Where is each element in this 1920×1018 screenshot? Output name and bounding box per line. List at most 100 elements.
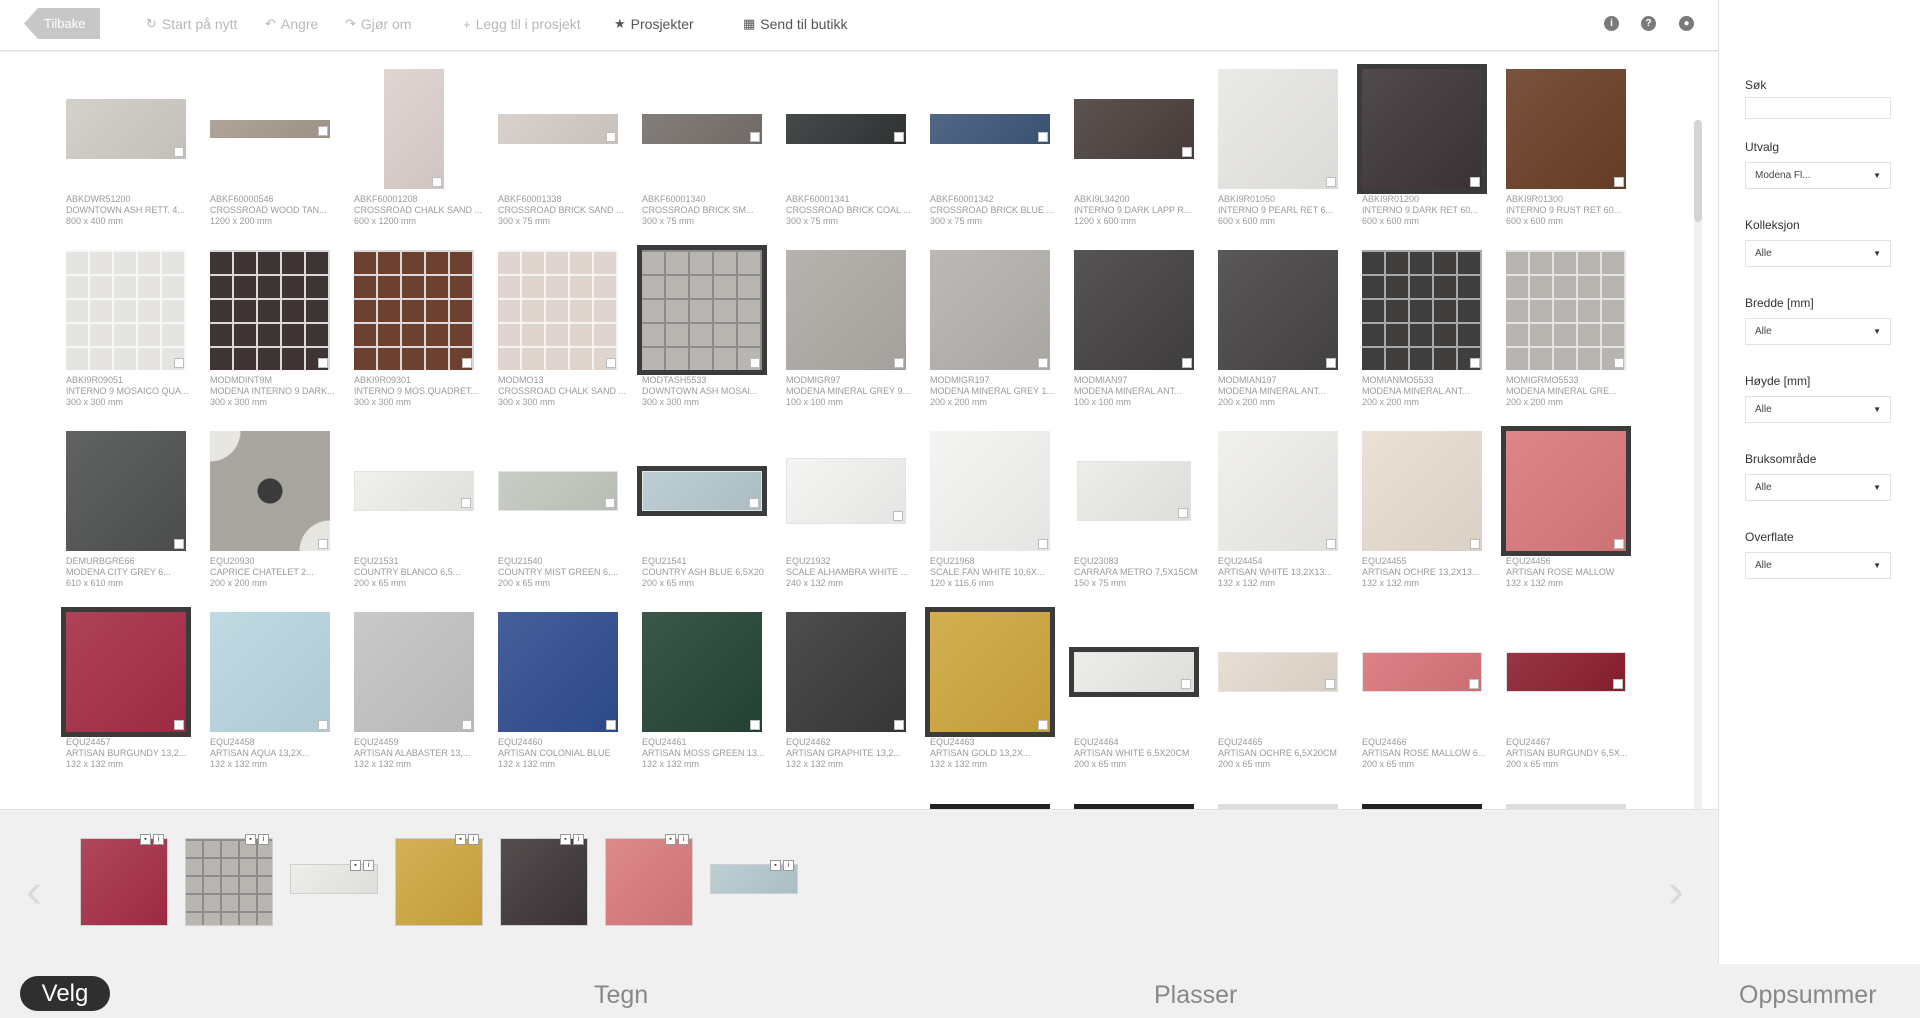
tile-image[interactable]	[66, 99, 186, 159]
select-checkbox[interactable]	[749, 498, 759, 508]
info-icon[interactable]: i	[678, 834, 689, 845]
tile-image[interactable]	[1069, 647, 1199, 697]
tile-image[interactable]	[1506, 69, 1626, 189]
selected-tile[interactable]: ▪ i	[290, 860, 378, 894]
tile-image[interactable]	[1218, 431, 1338, 551]
tile-image[interactable]	[925, 607, 1055, 737]
product-tile[interactable]: ABKI9R01300 INTERNO 9 RUST RET 60... 600 x…	[1506, 64, 1646, 227]
product-tile[interactable]: ABKF60000546 CROSSROAD WOOD TAN... 1200 x …	[210, 64, 350, 227]
select-checkbox[interactable]	[1614, 177, 1624, 187]
product-tile[interactable]: EQU24460 ARTISAN COLONIAL BLUE 132 x 132 m…	[498, 607, 638, 770]
select-checkbox[interactable]	[1178, 508, 1188, 518]
add-to-project-button[interactable]: + Legg til i prosjekt	[463, 16, 581, 32]
tile-image[interactable]	[210, 431, 330, 551]
select-checkbox[interactable]	[174, 147, 184, 157]
select-checkbox[interactable]	[606, 132, 616, 142]
select-checkbox[interactable]	[1038, 358, 1048, 368]
tile-image[interactable]	[210, 250, 330, 370]
product-tile[interactable]: EQU24458 ARTISAN AQUA 13,2X... 132 x 132 m…	[210, 607, 350, 770]
trash-icon[interactable]: ▪	[560, 834, 571, 845]
tile-image[interactable]	[498, 250, 618, 370]
back-button[interactable]: Tilbake	[24, 8, 100, 39]
tile-image[interactable]	[1501, 426, 1631, 556]
product-tile[interactable]: EQU24454 ARTISAN WHITE 13,2X13... 132 x 13…	[1218, 426, 1358, 589]
product-tile[interactable]: EQU21531 COUNTRY BLANCO 6,5... 200 x 65 mm	[354, 426, 494, 589]
select-checkbox[interactable]	[1182, 147, 1192, 157]
redo-button[interactable]: ↷ Gjør om	[345, 16, 411, 32]
product-tile[interactable]: MODMO13 CROSSROAD CHALK SAND ... 300 x 300…	[498, 245, 638, 408]
product-tile[interactable]: ABKI9R09051 INTERNO 9 MOSAICO QUA... 300 x…	[66, 245, 206, 408]
select-checkbox[interactable]	[318, 126, 328, 136]
select-checkbox[interactable]	[605, 498, 615, 508]
tile-image[interactable]	[930, 250, 1050, 370]
info-icon[interactable]: i	[468, 834, 479, 845]
tile-image[interactable]	[1077, 461, 1191, 521]
product-tile[interactable]: EQU24459 ARTISAN ALABASTER 13,... 132 x 13…	[354, 607, 494, 770]
tile-image[interactable]	[498, 114, 618, 144]
selected-tile[interactable]: ▪ i	[185, 834, 273, 926]
product-tile[interactable]: EQU20930 CAPRICE CHATELET 2... 200 x 200 m…	[210, 426, 350, 589]
tile-image[interactable]	[786, 114, 906, 144]
product-tile[interactable]: ABKI9R09301 INTERNO 9 MOS.QUADRET... 300 x…	[354, 245, 494, 408]
trash-icon[interactable]: ▪	[455, 834, 466, 845]
selected-tile[interactable]: ▪ i	[80, 834, 168, 926]
select-checkbox[interactable]	[174, 720, 184, 730]
product-tile[interactable]: MODMDINT9M MODENA INTERNO 9 DARK... 300 x …	[210, 245, 350, 408]
select-checkbox[interactable]	[1469, 679, 1479, 689]
select-checkbox[interactable]	[750, 132, 760, 142]
select-checkbox[interactable]	[462, 358, 472, 368]
trash-icon[interactable]: ▪	[350, 860, 361, 871]
select-checkbox[interactable]	[1038, 720, 1048, 730]
tile-image[interactable]	[1218, 652, 1338, 692]
tile-image[interactable]	[637, 245, 767, 375]
scroll-thumb[interactable]	[1694, 120, 1702, 222]
width-select[interactable]: Alle ▼	[1745, 318, 1891, 345]
select-checkbox[interactable]	[1470, 177, 1480, 187]
send-to-store-button[interactable]: ▦ Send til butikk	[743, 16, 847, 32]
tile-image[interactable]	[1218, 69, 1338, 189]
info-icon[interactable]: i	[258, 834, 269, 845]
product-tile[interactable]: ABKDWR51200 DOWNTOWN ASH RETT. 4... 800 x …	[66, 64, 206, 227]
trash-icon[interactable]: ▪	[665, 834, 676, 845]
product-tile[interactable]: DEMURBGRE66 MODENA CITY GREY 6... 610 x 61…	[66, 426, 206, 589]
product-tile[interactable]: MODMIAN97 MODENA MINERAL ANT... 100 x 100 …	[1074, 245, 1214, 408]
step-velg[interactable]: Velg	[20, 976, 110, 1011]
tile-image[interactable]	[786, 250, 906, 370]
product-tile[interactable]: EQU21932 SCALE ALHAMBRA WHITE ... 240 x 13…	[786, 426, 926, 589]
tile-image[interactable]	[930, 431, 1050, 551]
tile-image[interactable]	[930, 114, 1050, 144]
product-tile[interactable]: EQU23083 CARRARA METRO 7,5X15CM 150 x 75 m…	[1074, 426, 1214, 589]
select-checkbox[interactable]	[1325, 679, 1335, 689]
product-tile[interactable]: MODMIGR97 MODENA MINERAL GREY 9... 100 x 1…	[786, 245, 926, 408]
product-tile[interactable]: ABKF60001342 CROSSROAD BRICK BLUE ... 300 …	[930, 64, 1070, 227]
product-tile[interactable]: EQU24457 ARTISAN BURGUNDY 13,2... 132 x 13…	[61, 607, 206, 770]
tile-image[interactable]	[1218, 250, 1338, 370]
user-icon[interactable]: ●	[1679, 16, 1694, 31]
info-icon[interactable]: i	[1604, 16, 1619, 31]
selected-tile[interactable]: ▪ i	[710, 860, 798, 894]
help-icon[interactable]: ?	[1641, 16, 1656, 31]
product-tile[interactable]: ABKF60001208 CROSSROAD CHALK SAND ... 600 …	[354, 64, 494, 227]
height-select[interactable]: Alle ▼	[1745, 396, 1891, 423]
select-checkbox[interactable]	[894, 720, 904, 730]
tile-image[interactable]	[1506, 250, 1626, 370]
select-checkbox[interactable]	[1038, 539, 1048, 549]
product-tile[interactable]: EQU24466 ARTISAN ROSE MALLOW 6... 200 x 65…	[1362, 607, 1502, 770]
tile-image[interactable]	[66, 250, 186, 370]
product-tile[interactable]: ABKI9L34200 INTERNO 9 DARK LAPP R... 1200 …	[1074, 64, 1214, 227]
select-checkbox[interactable]	[606, 358, 616, 368]
tile-image[interactable]	[1074, 250, 1194, 370]
select-checkbox[interactable]	[462, 720, 472, 730]
product-tile[interactable]: MOMIGRMO5533 MODENA MINERAL GRE... 200 x 2…	[1506, 245, 1646, 408]
select-checkbox[interactable]	[1614, 539, 1624, 549]
product-tile[interactable]: ABKF60001341 CROSSROAD BRICK COAL ... 300 …	[786, 64, 926, 227]
chevron-left-icon[interactable]: ‹	[26, 868, 42, 916]
select-checkbox[interactable]	[894, 358, 904, 368]
product-tile[interactable]: EQU21541 COUNTRY ASH BLUE 6,5X20 200 x 65 …	[637, 426, 782, 589]
tile-image[interactable]	[1357, 64, 1487, 194]
step-tegn[interactable]: Tegn	[594, 981, 648, 1010]
usage-select[interactable]: Alle ▼	[1745, 474, 1891, 501]
info-icon[interactable]: i	[573, 834, 584, 845]
trash-icon[interactable]: ▪	[140, 834, 151, 845]
undo-button[interactable]: ↶ Angre	[265, 16, 318, 32]
